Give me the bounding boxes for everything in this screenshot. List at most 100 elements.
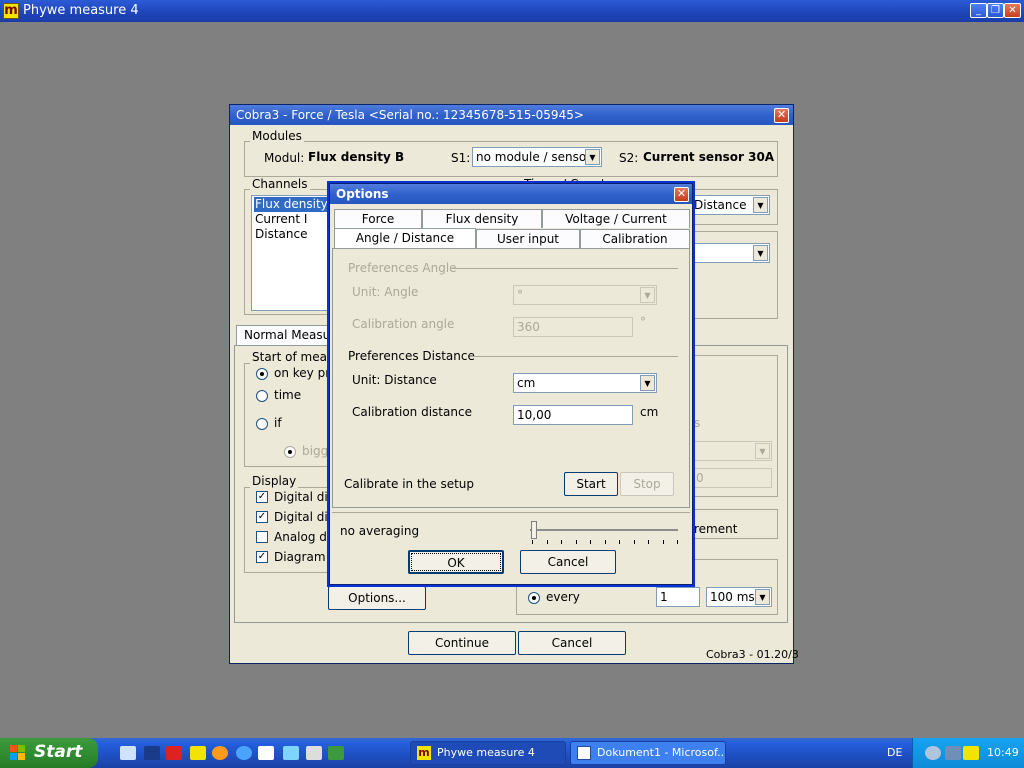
unit-distance-select[interactable]: cm ▼ xyxy=(513,373,657,393)
calibrate-setup-label: Calibrate in the setup xyxy=(344,477,475,491)
quicklaunch-icon-1[interactable] xyxy=(120,746,136,760)
ok-button[interactable]: OK xyxy=(408,550,504,574)
tray-icon-3[interactable] xyxy=(963,746,979,760)
checkbox-display-4[interactable]: ✓ xyxy=(256,551,268,563)
s2-value: Current sensor 30A xyxy=(643,150,775,164)
right-select[interactable]: ▼ xyxy=(690,243,770,263)
start-calibration-button[interactable]: Start xyxy=(564,472,618,496)
checkbox-display-2-label: Digital dis xyxy=(274,510,334,524)
slider-tick xyxy=(619,540,620,544)
chevron-down-icon[interactable]: ▼ xyxy=(640,287,655,303)
checkbox-display-1-label: Digital dis xyxy=(274,490,334,504)
radio-time-label: time xyxy=(274,388,302,402)
modul-value: Flux density B xyxy=(308,150,405,164)
radio-if[interactable] xyxy=(256,418,268,430)
language-indicator[interactable]: DE xyxy=(887,746,902,759)
continue-button[interactable]: Continue xyxy=(408,631,516,655)
unit-angle-select[interactable]: ° ▼ xyxy=(513,285,657,305)
calib-distance-value: 10,00 xyxy=(517,408,552,422)
s1-select-value: no module / sensor xyxy=(476,150,592,164)
chevron-down-icon[interactable]: ▼ xyxy=(755,443,770,459)
s2-label: S2: xyxy=(619,151,639,165)
options-close-button[interactable]: ✕ xyxy=(674,187,689,202)
tab-angle-distance[interactable]: Angle / Distance xyxy=(334,228,476,250)
channels-listbox[interactable]: Flux density B Current I Distance xyxy=(251,195,333,311)
checkbox-display-3[interactable] xyxy=(256,531,268,543)
timer-select-value: Distance xyxy=(694,198,747,212)
quicklaunch-measure-icon[interactable] xyxy=(190,746,206,760)
windows-logo-icon xyxy=(10,745,26,761)
quicklaunch-icon-7[interactable] xyxy=(258,746,274,760)
options-button[interactable]: Options... xyxy=(328,586,426,610)
quicklaunch-media-icon[interactable] xyxy=(212,746,228,760)
radio-bigger[interactable] xyxy=(284,446,296,458)
radio-if-label: if xyxy=(274,416,282,430)
quicklaunch-icon-9[interactable] xyxy=(306,746,322,760)
app-titlebar: m Phywe measure 4 _ ❐ ✕ xyxy=(0,0,1024,22)
tab-force[interactable]: Force xyxy=(334,209,422,228)
every-input[interactable]: 1 xyxy=(656,587,700,607)
chevron-down-icon[interactable]: ▼ xyxy=(585,149,600,165)
calib-angle-input[interactable]: 360 xyxy=(513,317,633,337)
calib-distance-input[interactable]: 10,00 xyxy=(513,405,633,425)
list-item[interactable]: Current I xyxy=(254,212,330,227)
calib-angle-unit: ° xyxy=(640,315,646,329)
tray-icon-2[interactable] xyxy=(945,746,961,760)
task-phywe-label: Phywe measure 4 xyxy=(437,746,535,759)
options-cancel-button[interactable]: Cancel xyxy=(520,550,616,574)
chevron-down-icon[interactable]: ▼ xyxy=(640,375,655,391)
cobra3-close-button[interactable]: ✕ xyxy=(774,108,789,123)
task-word-document[interactable]: Dokument1 - Microsof... xyxy=(570,741,726,765)
cobra3-title: Cobra3 - Force / Tesla <Serial no.: 1234… xyxy=(236,108,584,122)
tab-voltage-current[interactable]: Voltage / Current xyxy=(542,209,690,228)
task-phywe-measure[interactable]: m Phywe measure 4 xyxy=(410,741,566,765)
s1-label: S1: xyxy=(451,151,471,165)
radio-every[interactable] xyxy=(528,592,540,604)
quicklaunch-icon-2[interactable] xyxy=(144,746,160,760)
s1-select[interactable]: no module / sensor ▼ xyxy=(472,147,602,167)
averaging-slider-track[interactable] xyxy=(530,529,678,531)
slider-tick xyxy=(590,540,591,544)
restore-button[interactable]: ❐ xyxy=(987,3,1004,18)
stop-calibration-button[interactable]: Stop xyxy=(620,472,674,496)
app-close-button[interactable]: ✕ xyxy=(1004,3,1021,18)
chevron-down-icon[interactable]: ▼ xyxy=(755,589,770,605)
radio-every-label: every xyxy=(546,590,580,604)
chevron-down-icon[interactable]: ▼ xyxy=(753,245,768,261)
slider-tick xyxy=(575,540,577,544)
tray-network-icon[interactable] xyxy=(925,746,941,760)
quicklaunch-icon-3[interactable] xyxy=(166,746,182,760)
faded-select[interactable]: ▼ xyxy=(692,441,772,461)
radio-on-key[interactable] xyxy=(256,368,268,380)
tab-calibration[interactable]: Calibration xyxy=(580,229,690,248)
every-input-value: 1 xyxy=(660,590,668,604)
clock: 10:49 xyxy=(987,746,1019,759)
cobra-cancel-button[interactable]: Cancel xyxy=(518,631,626,655)
calib-distance-unit: cm xyxy=(640,405,659,419)
pref-angle-label: Preferences Angle xyxy=(348,261,457,275)
quicklaunch-icon-10[interactable] xyxy=(328,746,344,760)
quicklaunch-icon-8[interactable] xyxy=(283,746,299,760)
unit-distance-label: Unit: Distance xyxy=(352,373,437,387)
tab-user-input[interactable]: User input xyxy=(476,229,580,248)
checkbox-display-1[interactable]: ✓ xyxy=(256,491,268,503)
list-item[interactable]: Distance xyxy=(254,227,330,242)
quicklaunch-browser-icon[interactable] xyxy=(236,746,252,760)
chevron-down-icon[interactable]: ▼ xyxy=(753,197,768,213)
radio-time[interactable] xyxy=(256,390,268,402)
start-button[interactable]: Start xyxy=(0,738,98,768)
unit-distance-value: cm xyxy=(517,376,536,390)
minimize-button[interactable]: _ xyxy=(970,3,987,18)
interval-select[interactable]: 100 ms ▼ xyxy=(706,587,772,607)
checkbox-display-2[interactable]: ✓ xyxy=(256,511,268,523)
version-label: Cobra3 - 01.20/3 xyxy=(706,648,799,661)
tab-flux-density[interactable]: Flux density xyxy=(422,209,542,228)
list-item[interactable]: Flux density B xyxy=(254,197,330,225)
averaging-slider-handle[interactable] xyxy=(531,521,537,539)
app-logo-icon: m xyxy=(3,3,19,19)
averaging-label: no averaging xyxy=(340,524,420,538)
tab-normal-measure[interactable]: Normal Measur xyxy=(236,325,340,345)
timer-select[interactable]: Distance ▼ xyxy=(690,195,770,215)
faded-input[interactable]: 0 xyxy=(692,468,772,488)
slider-tick xyxy=(662,540,664,544)
